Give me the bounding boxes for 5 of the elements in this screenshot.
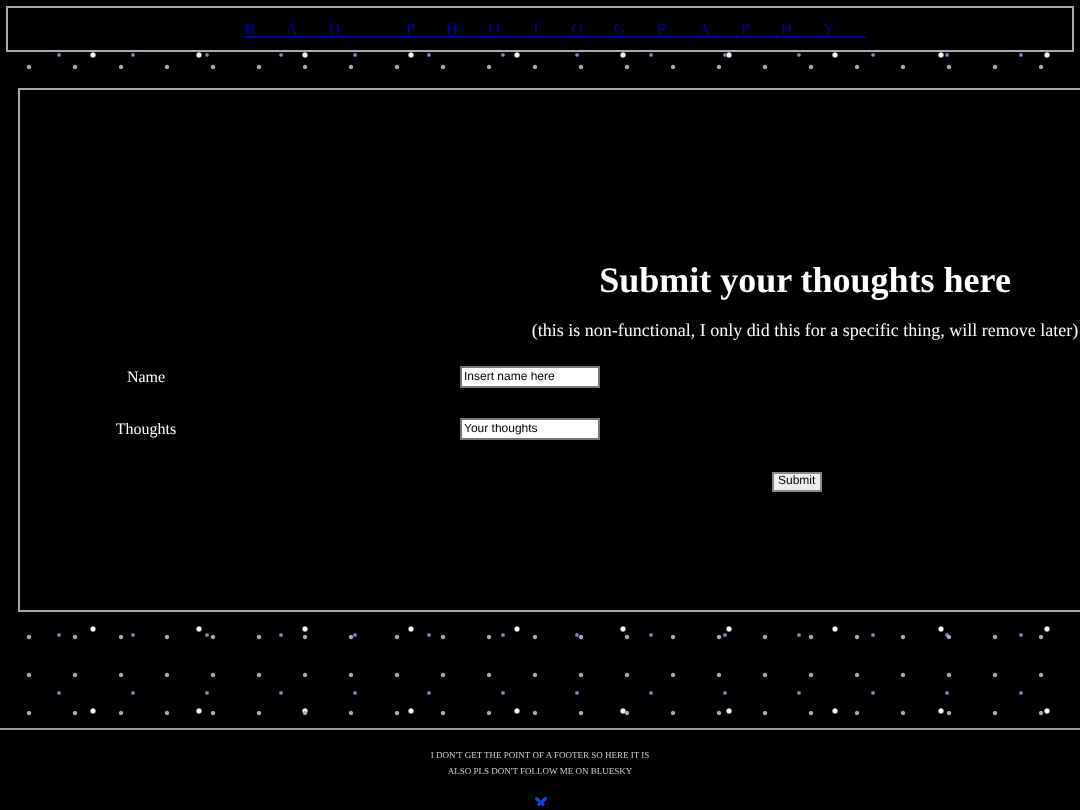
field-label: Thoughts <box>113 420 179 438</box>
field-label: Name <box>124 368 168 386</box>
form-note: (this is non-functional, I only did this for a specific thing, will remove later) <box>530 320 1080 340</box>
butterfly-icon[interactable] <box>533 796 547 808</box>
form-heading: Submit your thoughts here <box>597 260 1013 302</box>
